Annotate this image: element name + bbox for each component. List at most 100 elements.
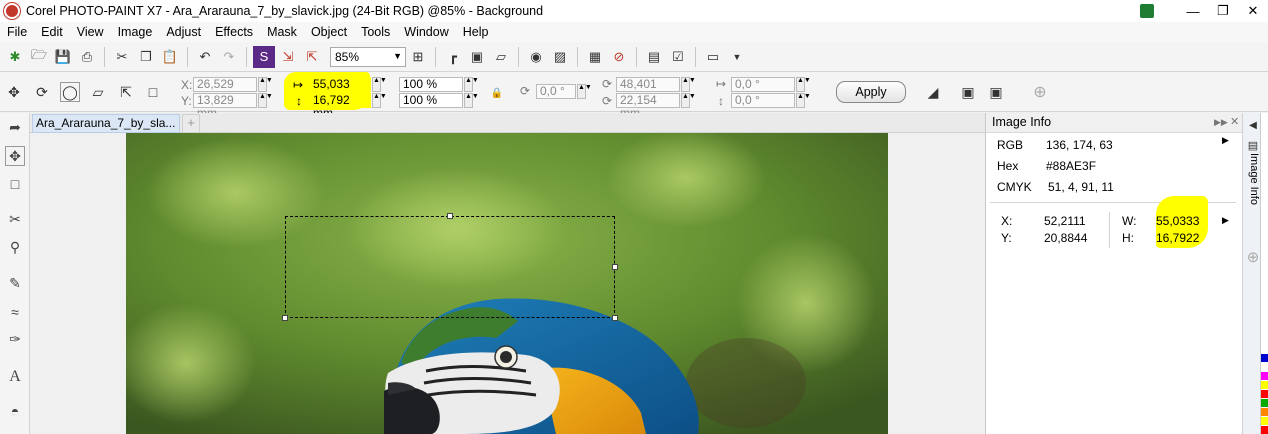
palette-swatch[interactable] bbox=[1261, 381, 1268, 389]
clip-mask-icon[interactable]: ⊘ bbox=[608, 46, 630, 68]
center-y-field[interactable]: 22,154 mm bbox=[616, 93, 680, 120]
palette-swatch[interactable] bbox=[1261, 417, 1268, 425]
image-info-side-tab[interactable]: Image Info bbox=[1244, 153, 1260, 231]
scale-width-spinner[interactable]: ▲▼ bbox=[464, 77, 479, 92]
options-icon[interactable]: ▤ bbox=[643, 46, 665, 68]
units-arrow-icon[interactable]: ▶ bbox=[1222, 215, 1229, 226]
perspective-mode-icon[interactable]: □ bbox=[143, 82, 163, 102]
menu-tools[interactable]: Tools bbox=[354, 25, 397, 39]
transform-mode-b-icon[interactable]: ▣ bbox=[986, 82, 1006, 102]
scale-mode-icon[interactable]: ◯ bbox=[60, 82, 80, 102]
docker-collapse-icon[interactable]: ▶▶ bbox=[1214, 113, 1228, 132]
mask-handle-top[interactable] bbox=[447, 213, 453, 219]
y-position-field[interactable]: 13,829 mm bbox=[193, 93, 257, 120]
menu-view[interactable]: View bbox=[70, 25, 111, 39]
distort-mode-icon[interactable]: ⇱ bbox=[116, 82, 136, 102]
lock-ratio-icon[interactable]: 🔒 bbox=[487, 83, 507, 103]
scale-height-spinner[interactable]: ▲▼ bbox=[464, 93, 479, 108]
zoom-fit-icon[interactable]: ⊞ bbox=[407, 46, 429, 68]
height-field[interactable]: 16,792 mm bbox=[309, 93, 371, 120]
add-property-icon[interactable]: ⊕ bbox=[1030, 82, 1050, 102]
mask-channel-icon[interactable]: ▨ bbox=[549, 46, 571, 68]
palette-swatch[interactable] bbox=[1261, 390, 1268, 398]
cut-icon[interactable]: ✂ bbox=[111, 46, 133, 68]
eyedropper-tool-icon[interactable]: ✎ bbox=[5, 273, 25, 293]
toolbar-more-icon[interactable]: ▼ bbox=[726, 46, 748, 68]
save-icon[interactable]: 💾 bbox=[52, 46, 74, 68]
restore-button[interactable]: ❐ bbox=[1208, 0, 1238, 22]
menu-window[interactable]: Window bbox=[397, 25, 455, 39]
rectangle-mask-tool-icon[interactable]: □ bbox=[5, 174, 25, 194]
show-mask-icon[interactable]: ◉ bbox=[525, 46, 547, 68]
corel-badge-icon[interactable] bbox=[1140, 4, 1154, 18]
docker-close-icon[interactable]: ✕ bbox=[1230, 113, 1239, 132]
launcher-icon[interactable]: S bbox=[253, 45, 275, 68]
position-mode-icon[interactable]: ✥ bbox=[4, 82, 24, 102]
scale-height-field[interactable]: 100 % bbox=[399, 93, 463, 108]
skew-mode-icon[interactable]: ▱ bbox=[88, 82, 108, 102]
width-field[interactable]: 55,033 mm bbox=[309, 77, 371, 104]
rotation-field[interactable]: 0,0 ° bbox=[536, 84, 576, 99]
center-x-field[interactable]: 48,401 mm bbox=[616, 77, 680, 104]
rotate-mode-icon[interactable]: ⟳ bbox=[32, 82, 52, 102]
palette-swatch[interactable] bbox=[1261, 354, 1268, 362]
corel-app-icon[interactable] bbox=[4, 3, 20, 19]
text-tool-icon[interactable]: A bbox=[5, 367, 25, 387]
height-spinner[interactable]: ▲▼ bbox=[372, 93, 387, 108]
fill-tool-icon[interactable]: ◓ bbox=[5, 401, 25, 421]
checklist-icon[interactable]: ☑ bbox=[667, 46, 689, 68]
color-mode-arrow-icon[interactable]: ▶ bbox=[1222, 135, 1229, 146]
apply-button[interactable]: Apply bbox=[836, 81, 906, 103]
open-folder-icon[interactable]: 🗁 bbox=[28, 46, 50, 68]
mask-overlay-icon[interactable]: ▱ bbox=[490, 46, 512, 68]
pick-tool-icon[interactable]: ➦ bbox=[5, 117, 25, 137]
menu-object[interactable]: Object bbox=[304, 25, 354, 39]
image-canvas[interactable] bbox=[126, 133, 888, 434]
menu-image[interactable]: Image bbox=[111, 25, 160, 39]
palette-swatch[interactable] bbox=[1261, 363, 1268, 371]
width-spinner[interactable]: ▲▼ bbox=[372, 77, 387, 92]
rotation-spinner[interactable]: ▲▼ bbox=[577, 84, 592, 99]
zoom-tool-icon[interactable]: ⚲ bbox=[5, 237, 25, 257]
skew-v-spinner[interactable]: ▲▼ bbox=[796, 93, 811, 108]
x-spinner[interactable]: ▲▼ bbox=[258, 77, 273, 92]
scale-width-field[interactable]: 100 % bbox=[399, 77, 463, 92]
workspace-icon[interactable]: ▭ bbox=[702, 46, 724, 68]
print-icon[interactable]: ⎙ bbox=[76, 46, 98, 68]
copy-icon[interactable]: ❐ bbox=[135, 46, 157, 68]
palette-swatch[interactable] bbox=[1261, 399, 1268, 407]
menu-effects[interactable]: Effects bbox=[208, 25, 260, 39]
mask-handle-bottom-right[interactable] bbox=[612, 315, 618, 321]
close-button[interactable]: ✕ bbox=[1238, 0, 1268, 22]
mask-handle-right[interactable] bbox=[612, 264, 618, 270]
paste-icon[interactable]: 📋 bbox=[159, 46, 181, 68]
crop-tool-icon[interactable]: ✂ bbox=[5, 209, 25, 229]
menu-edit[interactable]: Edit bbox=[34, 25, 70, 39]
undo-icon[interactable]: ↶ bbox=[194, 46, 216, 68]
palette-swatch[interactable] bbox=[1261, 408, 1268, 416]
skew-v-field[interactable]: 0,0 ° bbox=[731, 93, 795, 108]
export-icon[interactable]: ⇱ bbox=[301, 46, 323, 68]
zoom-level-select[interactable]: 85% ▼ bbox=[330, 46, 406, 67]
skew-h-spinner[interactable]: ▲▼ bbox=[796, 77, 811, 92]
mask-transform-tool-icon[interactable]: ✥ bbox=[5, 146, 25, 166]
y-spinner[interactable]: ▲▼ bbox=[258, 93, 273, 108]
menu-mask[interactable]: Mask bbox=[260, 25, 304, 39]
touch-up-tool-icon[interactable]: ≈ bbox=[5, 302, 25, 322]
new-document-icon[interactable]: ✱ bbox=[4, 46, 26, 68]
redo-icon[interactable]: ↷ bbox=[218, 46, 240, 68]
lock-transparency-icon[interactable]: ▦ bbox=[584, 46, 606, 68]
x-position-field[interactable]: 26,529 mm bbox=[193, 77, 257, 104]
palette-swatch[interactable] bbox=[1261, 372, 1268, 380]
import-icon[interactable]: ⇲ bbox=[277, 46, 299, 68]
paint-tool-icon[interactable]: ✑ bbox=[5, 329, 25, 349]
menu-help[interactable]: Help bbox=[456, 25, 496, 39]
document-tab[interactable]: Ara_Ararauna_7_by_sla... bbox=[32, 114, 180, 133]
palette-swatch[interactable] bbox=[1261, 426, 1268, 434]
transform-mode-a-icon[interactable]: ▣ bbox=[958, 82, 978, 102]
mask-handle-bottom-left[interactable] bbox=[282, 315, 288, 321]
mask-selection-rectangle[interactable] bbox=[285, 216, 615, 318]
menu-adjust[interactable]: Adjust bbox=[159, 25, 208, 39]
add-tab-button[interactable]: + bbox=[182, 114, 200, 133]
apply-to-duplicate-icon[interactable]: ◢ bbox=[923, 82, 943, 102]
